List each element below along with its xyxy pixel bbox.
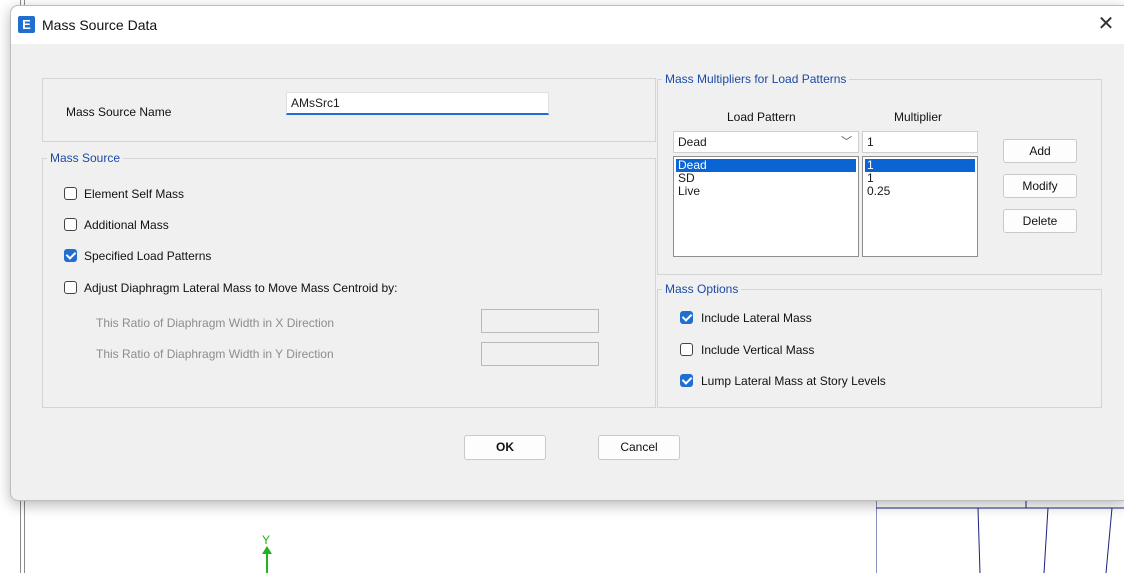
load-pattern-select-value: Dead bbox=[678, 135, 707, 149]
list-item[interactable]: 0.25 bbox=[865, 185, 975, 198]
mass-options-group-title: Mass Options bbox=[662, 282, 742, 296]
ratio-x-input[interactable] bbox=[481, 309, 599, 333]
ratio-y-label: This Ratio of Diaphragm Width in Y Direc… bbox=[96, 347, 334, 361]
list-item[interactable]: Dead bbox=[676, 159, 856, 172]
multiplier-input[interactable]: 1 bbox=[862, 131, 978, 153]
chevron-down-icon: ﹀ bbox=[841, 136, 852, 148]
include-vertical-mass-label: Include Vertical Mass bbox=[701, 343, 815, 357]
ok-button[interactable]: OK bbox=[464, 435, 546, 460]
cancel-button[interactable]: Cancel bbox=[598, 435, 680, 460]
include-lateral-mass-label: Include Lateral Mass bbox=[701, 311, 812, 325]
element-self-mass-checkbox[interactable] bbox=[64, 187, 77, 200]
specified-load-patterns-checkbox[interactable] bbox=[64, 249, 77, 262]
additional-mass-checkbox[interactable] bbox=[64, 218, 77, 231]
mass-multipliers-group-title: Mass Multipliers for Load Patterns bbox=[662, 72, 850, 86]
mass-source-dialog: E Mass Source Data ✕ Mass Source Name Ma… bbox=[10, 5, 1124, 501]
specified-load-patterns-label: Specified Load Patterns bbox=[84, 249, 212, 263]
mass-source-name-input[interactable]: AMsSrc1 bbox=[286, 92, 549, 115]
ratio-x-label: This Ratio of Diaphragm Width in X Direc… bbox=[96, 316, 335, 330]
modify-button[interactable]: Modify bbox=[1003, 174, 1077, 198]
adjust-diaphragm-label: Adjust Diaphragm Lateral Mass to Move Ma… bbox=[84, 281, 398, 295]
adjust-diaphragm-checkbox[interactable] bbox=[64, 281, 77, 294]
close-icon[interactable]: ✕ bbox=[1095, 12, 1117, 36]
lump-lateral-mass-checkbox[interactable] bbox=[680, 374, 693, 387]
load-pattern-select[interactable]: Dead ﹀ bbox=[673, 131, 859, 153]
load-pattern-list[interactable]: Dead SD Live bbox=[673, 156, 859, 257]
y-axis-line bbox=[266, 548, 268, 573]
ratio-y-input[interactable] bbox=[481, 342, 599, 366]
include-vertical-mass-checkbox[interactable] bbox=[680, 343, 693, 356]
mass-source-group-title: Mass Source bbox=[47, 151, 124, 165]
title-bar[interactable]: E Mass Source Data ✕ bbox=[11, 6, 1124, 44]
delete-button[interactable]: Delete bbox=[1003, 209, 1077, 233]
list-item[interactable]: SD bbox=[676, 172, 856, 185]
load-pattern-column-header: Load Pattern bbox=[727, 110, 796, 124]
list-item[interactable]: Live bbox=[676, 185, 856, 198]
list-item[interactable]: 1 bbox=[865, 159, 975, 172]
mass-source-name-label: Mass Source Name bbox=[66, 105, 172, 119]
y-axis-label: Y bbox=[262, 533, 271, 547]
dialog-title: Mass Source Data bbox=[42, 17, 158, 33]
include-lateral-mass-checkbox[interactable] bbox=[680, 311, 693, 324]
lump-lateral-mass-label: Lump Lateral Mass at Story Levels bbox=[701, 374, 886, 388]
element-self-mass-label: Element Self Mass bbox=[84, 187, 185, 201]
background-plan-drawing bbox=[876, 500, 1124, 573]
etabs-app-icon: E bbox=[18, 16, 35, 33]
add-button[interactable]: Add bbox=[1003, 139, 1077, 163]
multiplier-column-header: Multiplier bbox=[894, 110, 943, 124]
additional-mass-label: Additional Mass bbox=[84, 218, 169, 232]
multiplier-list[interactable]: 1 1 0.25 bbox=[862, 156, 978, 257]
